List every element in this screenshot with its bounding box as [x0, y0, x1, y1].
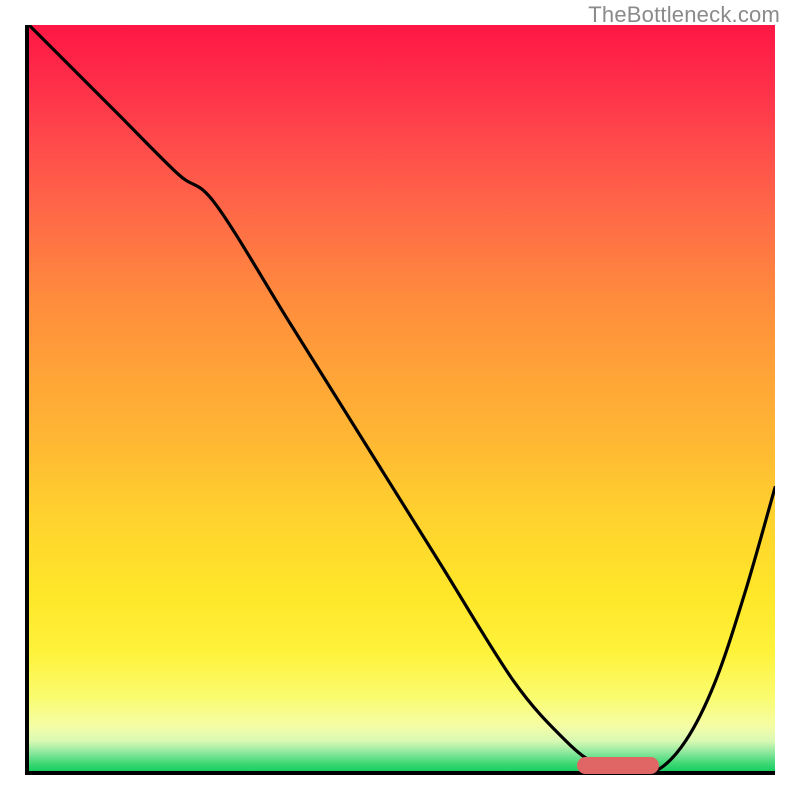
chart-container: TheBottleneck.com: [0, 0, 800, 800]
curve-svg: [29, 25, 775, 771]
bottleneck-curve: [29, 25, 775, 771]
optimal-range-marker: [577, 757, 660, 774]
plot-area: [25, 25, 775, 775]
